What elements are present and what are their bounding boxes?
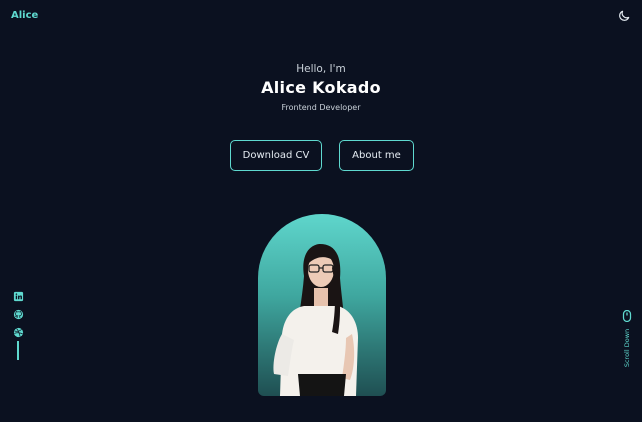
hero-name: Alice Kokado xyxy=(261,78,381,97)
github-link[interactable] xyxy=(13,305,24,320)
github-icon xyxy=(13,309,23,320)
theme-toggle-button[interactable] xyxy=(617,8,631,22)
dribbble-icon xyxy=(13,327,23,338)
about-me-button[interactable]: About me xyxy=(339,140,414,171)
download-cv-button[interactable]: Download CV xyxy=(230,140,322,171)
hero-role: Frontend Developer xyxy=(281,103,361,112)
social-divider xyxy=(17,341,19,360)
mouse-icon xyxy=(622,310,632,322)
logo[interactable]: Alice xyxy=(11,10,38,21)
social-links xyxy=(12,287,24,360)
profile-photo xyxy=(258,214,386,396)
linkedin-icon xyxy=(13,291,23,302)
linkedin-link[interactable] xyxy=(13,287,24,302)
scroll-down-link[interactable]: Scroll Down xyxy=(620,310,634,374)
moon-icon xyxy=(619,10,630,21)
scroll-down-label: Scroll Down xyxy=(623,328,631,368)
greeting-text: Hello, I'm xyxy=(296,63,346,75)
dribbble-link[interactable] xyxy=(13,323,24,338)
